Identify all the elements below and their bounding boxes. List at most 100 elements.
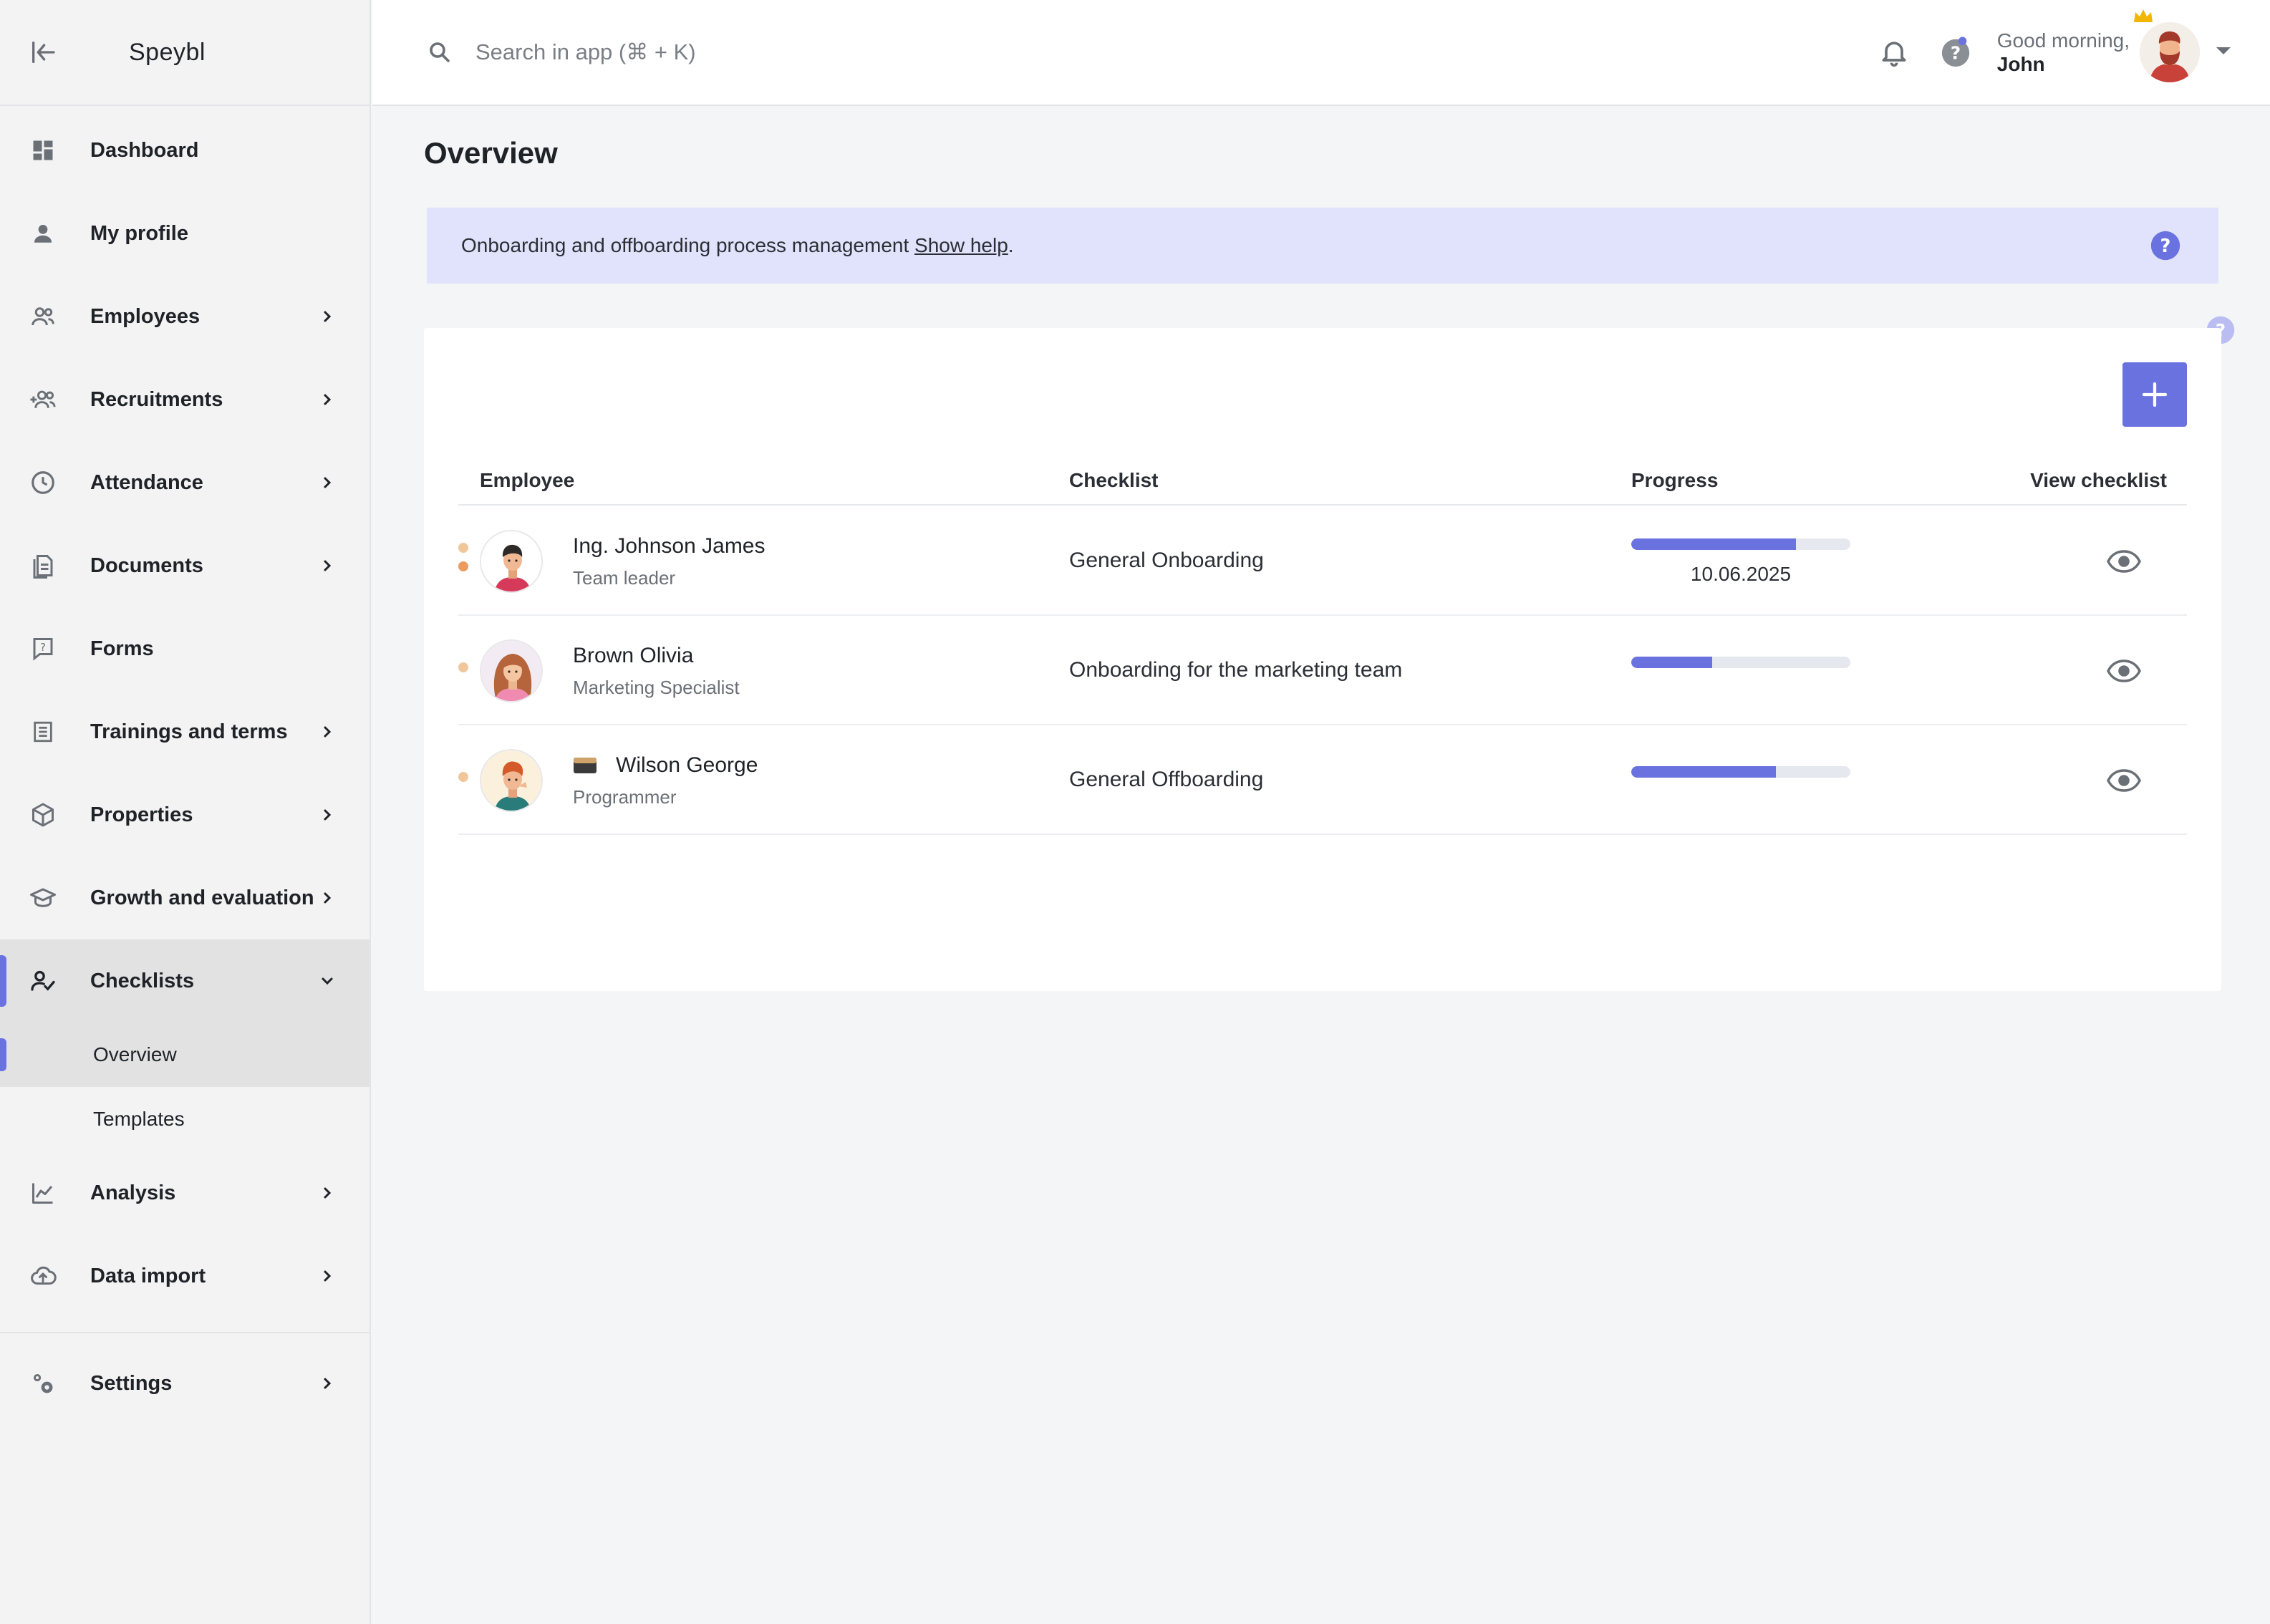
help-banner-question-button[interactable]: ? — [2150, 230, 2181, 265]
avatar — [2140, 22, 2200, 82]
view-checklist-button[interactable] — [2105, 655, 2143, 687]
employee-name[interactable]: Wilson George — [573, 753, 758, 778]
employee-role: Team leader — [573, 567, 676, 589]
chevron-right-icon — [317, 804, 338, 826]
employee-name-text: Wilson George — [616, 753, 758, 777]
sidebar-item-recruitments[interactable]: Recruitments — [0, 358, 370, 441]
due-date: 10.06.2025 — [1690, 563, 1792, 585]
sidebar-item-dashboard[interactable]: Dashboard — [0, 109, 370, 192]
sidebar-item-documents[interactable]: Documents — [0, 524, 370, 607]
chevron-right-icon — [317, 1265, 338, 1287]
progress-fill — [1631, 766, 1776, 778]
avatar — [480, 749, 543, 812]
svg-text:?: ? — [1951, 43, 1961, 64]
user-avatar-button[interactable] — [2134, 9, 2200, 82]
list-icon — [29, 717, 57, 746]
sidebar-item-label: Analysis — [90, 1181, 176, 1204]
chevron-right-icon — [317, 389, 338, 410]
employee-name[interactable]: Ing. Johnson James — [573, 534, 765, 559]
bell-icon — [1882, 42, 1906, 67]
user-menu-caret[interactable] — [2214, 45, 2233, 60]
sidebar-item-label: Properties — [90, 803, 193, 826]
collapse-left-icon — [32, 42, 55, 64]
app-root: Speybl Dashboard My profile Employees Re… — [0, 0, 2270, 1624]
help-text: Onboarding and offboarding process manag… — [461, 234, 915, 256]
sidebar-divider — [0, 1332, 370, 1333]
sidebar-item-analysis[interactable]: Analysis — [0, 1151, 370, 1234]
column-header-checklist[interactable]: Checklist — [1069, 469, 1159, 492]
collapse-sidebar-button[interactable] — [0, 0, 86, 105]
sidebar-item-data-import[interactable]: Data import — [0, 1234, 370, 1318]
show-help-link[interactable]: Show help — [914, 234, 1008, 256]
sidebar-item-label: Data import — [90, 1264, 206, 1287]
table-row[interactable]: Ing. Johnson James Team leader General O… — [458, 507, 2187, 616]
greeting-text: Good morning, — [1996, 29, 2130, 52]
view-checklist-button[interactable] — [2105, 765, 2143, 796]
chevron-right-icon — [317, 887, 338, 909]
view-checklist-button[interactable] — [2105, 546, 2143, 577]
people-icon — [29, 302, 57, 331]
avatar — [480, 639, 543, 702]
status-dot — [458, 662, 468, 672]
employee-name[interactable]: Brown Olivia — [573, 644, 693, 668]
eye-icon — [2107, 550, 2141, 573]
box-icon — [29, 801, 57, 829]
progress-fill — [1631, 538, 1796, 550]
add-checklist-button[interactable] — [2122, 362, 2187, 427]
chevron-right-icon — [317, 555, 338, 576]
employee-role: Programmer — [573, 786, 677, 808]
cloud-upload-icon — [29, 1262, 57, 1290]
checklist-table-card: Employee Checklist Progress View checkli… — [424, 328, 2221, 991]
plus-icon — [2142, 382, 2168, 407]
sidebar-item-properties[interactable]: Properties — [0, 773, 370, 856]
status-dot — [458, 561, 468, 571]
column-header-progress[interactable]: Progress — [1631, 469, 1718, 492]
chart-icon — [29, 1179, 57, 1207]
column-header-view-checklist: View checklist — [2030, 469, 2167, 491]
add-people-icon — [29, 385, 57, 414]
sidebar-item-label: Recruitments — [90, 387, 223, 411]
search-bar[interactable] — [427, 24, 1071, 81]
chevron-right-icon — [317, 721, 338, 743]
notifications-button[interactable] — [1874, 32, 1914, 72]
sidebar-item-trainings-and-terms[interactable]: Trainings and terms — [0, 690, 370, 773]
sidebar-item-growth-and-evaluation[interactable]: Growth and evaluation — [0, 856, 370, 939]
sidebar: Speybl Dashboard My profile Employees Re… — [0, 0, 371, 1624]
sidebar-item-settings[interactable]: Settings — [0, 1342, 370, 1425]
table-row[interactable]: Brown Olivia Marketing Specialist Onboar… — [458, 617, 2187, 725]
chevron-right-icon — [317, 472, 338, 493]
sidebar-item-employees[interactable]: Employees — [0, 275, 370, 358]
caret-down-icon — [2216, 47, 2231, 54]
clock-icon — [29, 468, 57, 497]
brand-name: Speybl — [129, 38, 206, 66]
documents-icon — [29, 551, 57, 580]
main-content: Overview Onboarding and offboarding proc… — [372, 107, 2270, 1624]
sidebar-item-forms[interactable]: ? Forms — [0, 607, 370, 690]
sidebar-item-label: Employees — [90, 304, 201, 328]
topbar-user-area: ? Good morning, John — [1853, 9, 2233, 82]
person-check-icon — [29, 967, 57, 995]
progress-bar — [1631, 538, 1850, 550]
sidebar-item-checklists[interactable]: Checklists — [0, 939, 370, 1023]
sidebar-item-attendance[interactable]: Attendance — [0, 441, 370, 524]
avatar — [480, 530, 543, 593]
sidebar-item-label: My profile — [90, 221, 188, 245]
help-circle-icon: ? — [1941, 37, 1969, 67]
page-title: Overview — [424, 136, 558, 170]
column-header-employee[interactable]: Employee — [480, 469, 574, 492]
help-button[interactable]: ? — [1936, 32, 1976, 72]
sidebar-item-label: Trainings and terms — [90, 720, 288, 743]
sidebar-subitem-overview[interactable]: Overview — [0, 1023, 370, 1087]
status-dots — [458, 662, 468, 681]
table-header: Employee Checklist Progress View checkli… — [458, 457, 2187, 506]
form-icon: ? — [29, 634, 57, 663]
table-row[interactable]: Wilson George Programmer General Offboar… — [458, 726, 2187, 835]
sidebar-item-my-profile[interactable]: My profile — [0, 192, 370, 275]
question-circle-icon: ? — [2150, 231, 2180, 261]
checklist-name: General Onboarding — [1069, 548, 1264, 572]
search-input[interactable] — [475, 39, 1048, 65]
sidebar-subitem-templates[interactable]: Templates — [0, 1087, 370, 1151]
help-banner: Onboarding and offboarding process manag… — [427, 208, 2218, 284]
status-dot — [458, 772, 468, 782]
search-icon — [430, 42, 450, 62]
